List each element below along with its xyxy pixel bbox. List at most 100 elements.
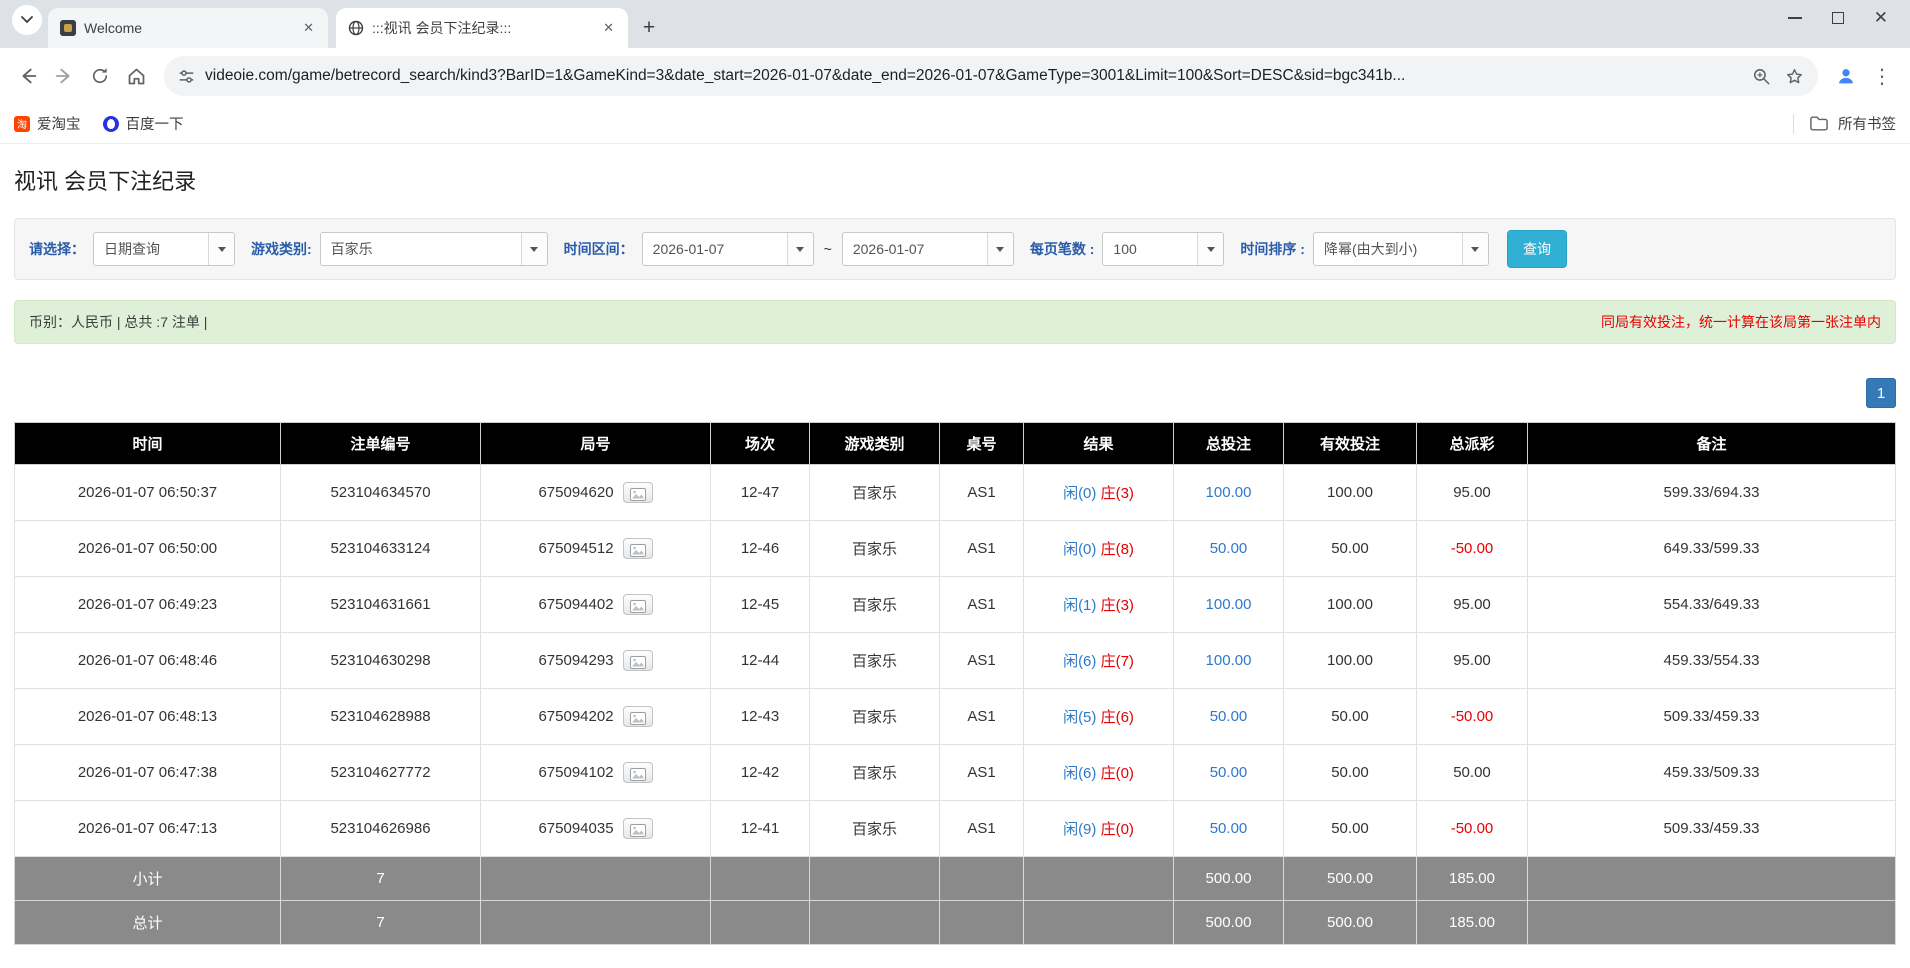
cell-payout: 50.00 [1416,744,1528,801]
cell-bet-id: 523104633124 [280,520,481,577]
minimize-button[interactable] [1787,17,1802,19]
total-bet-link[interactable]: 100.00 [1206,596,1252,613]
date-end-select[interactable]: 2026-01-07 [841,232,1014,266]
cell-payout: -50.00 [1416,800,1528,857]
per-page-label: 每页笔数 : [1029,241,1095,257]
cell-total-bet: 100.00 [1173,576,1284,633]
tab-title: Welcome [84,20,143,36]
total-bet-link[interactable]: 50.00 [1210,540,1248,557]
totals-payout: 185.00 [1416,856,1528,901]
cell-result: 闲(9) 庄(0) [1023,800,1174,857]
totals-total-bet: 500.00 [1173,856,1284,901]
new-tab-button[interactable]: + [634,13,664,43]
totals-row: 总计 7 500.00 500.00 185.00 [14,900,1896,945]
tab-welcome[interactable]: Welcome ✕ [48,8,328,48]
view-round-button[interactable] [622,762,653,783]
page-number-button[interactable]: 1 [1866,378,1896,408]
all-bookmarks-button[interactable]: 所有书签 [1793,113,1896,134]
globe-favicon-icon [348,20,364,36]
back-button[interactable] [10,58,46,94]
query-type-select[interactable]: 日期查询 [93,232,235,266]
round-result-icon [629,655,646,669]
cell-game-type: 百家乐 [809,576,940,633]
view-round-button[interactable] [622,818,653,839]
home-button[interactable] [118,58,154,94]
column-header: 桌号 [939,422,1024,465]
currency-total-text: 币别：人民币 | 总共 :7 注单 | [29,314,208,330]
game-type-select[interactable]: 百家乐 [319,232,548,266]
cell-session: 12-44 [710,632,810,689]
chevron-down-icon[interactable] [208,233,234,265]
view-round-button[interactable] [622,482,653,503]
site-settings-icon[interactable] [178,68,195,85]
bookmark-taobao[interactable]: 淘 爱淘宝 [14,113,81,134]
bookmark-star-icon[interactable] [1785,67,1804,86]
tab-search-button[interactable] [12,4,42,35]
total-bet-link[interactable]: 100.00 [1206,484,1252,501]
sort-select[interactable]: 降幂(由大到小) [1312,232,1489,266]
view-round-button[interactable] [622,706,653,727]
chevron-down-icon[interactable] [1197,233,1224,265]
cell-round: 675094202 [480,688,711,745]
cell-remark: 509.33/459.33 [1527,800,1896,857]
cell-total-bet: 50.00 [1173,688,1284,745]
total-bet-link[interactable]: 50.00 [1210,764,1248,781]
table-row: 2026-01-07 06:48:13 523104628988 675094202… [14,688,1896,745]
totals-row: 小计 7 500.00 500.00 185.00 [14,856,1896,901]
cell-result: 闲(6) 庄(0) [1023,744,1174,801]
per-page-select[interactable]: 100 [1102,232,1225,266]
chevron-down-icon[interactable] [986,233,1013,265]
range-separator: ~ [823,241,832,257]
profile-button[interactable] [1828,58,1864,94]
forward-button[interactable] [46,58,82,94]
pagination-top: 1 [14,378,1896,408]
search-button[interactable]: 查询 [1506,230,1567,268]
column-header: 游戏类别 [809,422,940,465]
cell-bet-id: 523104627772 [280,744,481,801]
cell-session: 12-41 [710,800,810,857]
cell-valid-bet: 50.00 [1283,744,1417,801]
cell-total-bet: 50.00 [1173,520,1284,577]
reload-button[interactable] [82,58,118,94]
maximize-button[interactable] [1831,12,1844,24]
date-range-label: 时间区间： [563,241,634,257]
chevron-down-icon[interactable] [786,233,813,265]
bookmark-baidu[interactable]: 百度一下 [102,113,184,134]
cell-bet-id: 523104628988 [280,688,481,745]
cell-round: 675094293 [480,632,711,689]
chevron-down-icon[interactable] [520,233,547,265]
cell-result: 闲(5) 庄(6) [1023,688,1174,745]
browser-menu-button[interactable]: ⋮ [1864,58,1900,94]
cell-table-no: AS1 [939,632,1024,689]
totals-valid-bet: 500.00 [1283,900,1417,945]
window-close-button[interactable]: ✕ [1874,9,1888,26]
totals-count: 7 [280,900,481,945]
cell-remark: 599.33/694.33 [1527,464,1896,521]
cell-game-type: 百家乐 [809,632,940,689]
url-text[interactable]: videoie.com/game/betrecord_search/kind3?… [205,67,1742,85]
total-bet-link[interactable]: 100.00 [1206,652,1252,669]
view-round-button[interactable] [622,538,653,559]
tab-close-icon[interactable]: ✕ [299,18,318,38]
tab-close-icon[interactable]: ✕ [599,18,618,38]
date-start-select[interactable]: 2026-01-07 [641,232,814,266]
table-header-row: 时间 注单编号 局号 场次 游戏类别 桌号 结果 总投注 有效投注 总派彩 备注 [14,422,1896,465]
cell-total-bet: 100.00 [1173,632,1284,689]
tab-betrecord[interactable]: :::视讯 会员下注纪录::: ✕ [336,8,628,48]
table-row: 2026-01-07 06:49:23 523104631661 675094402… [14,576,1896,633]
address-bar[interactable]: videoie.com/game/betrecord_search/kind3?… [164,56,1818,96]
zoom-icon[interactable] [1752,67,1771,86]
cell-bet-id: 523104634570 [280,464,481,521]
view-round-button[interactable] [622,650,653,671]
table-row: 2026-01-07 06:48:46 523104630298 675094293… [14,632,1896,689]
cell-session: 12-43 [710,688,810,745]
sort-label: 时间排序 : [1240,241,1305,257]
total-bet-link[interactable]: 50.00 [1210,708,1248,725]
cell-time: 2026-01-07 06:50:00 [14,520,281,577]
chevron-down-icon[interactable] [1461,233,1488,265]
cell-table-no: AS1 [939,744,1024,801]
cell-table-no: AS1 [939,520,1024,577]
cell-round: 675094620 [480,464,711,521]
view-round-button[interactable] [622,594,653,615]
total-bet-link[interactable]: 50.00 [1210,820,1248,837]
